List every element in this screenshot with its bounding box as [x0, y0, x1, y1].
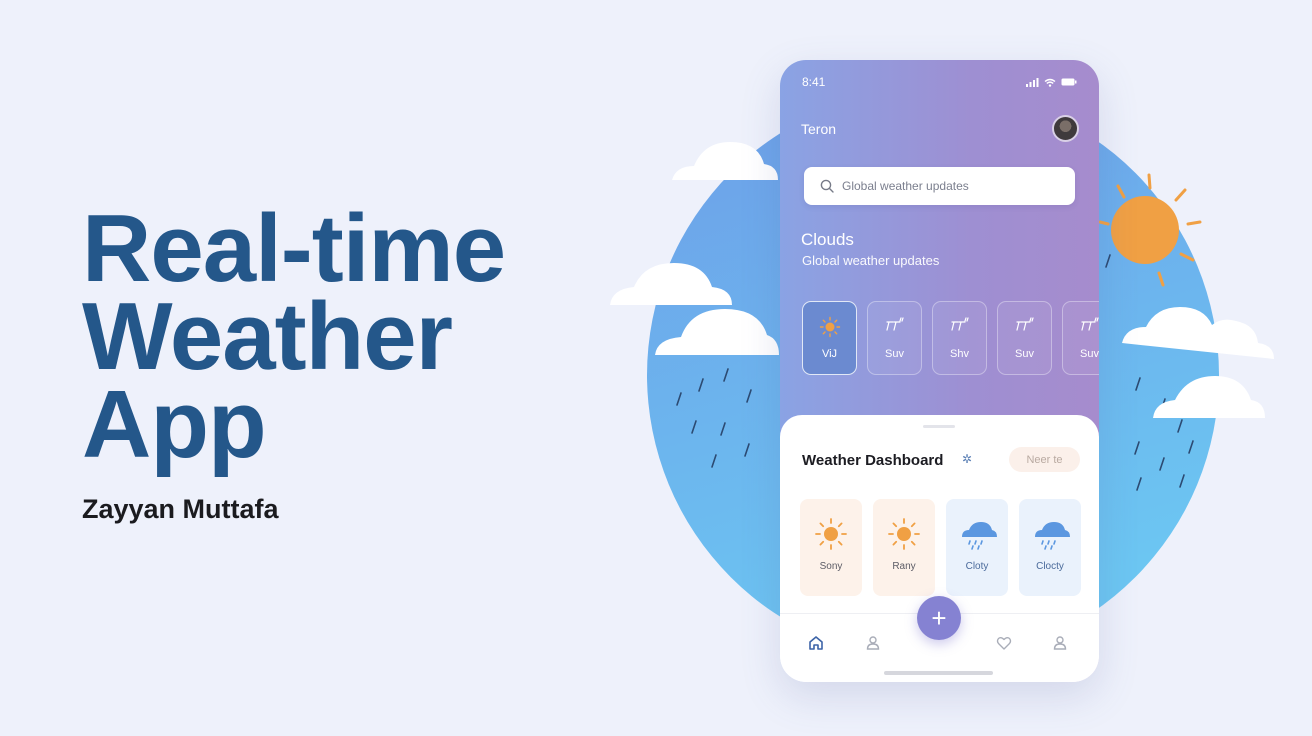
- snowflake-icon: ✲: [962, 452, 973, 466]
- search-bar[interactable]: [804, 167, 1075, 205]
- status-icons: [1026, 77, 1077, 87]
- signal-icon: [1026, 77, 1039, 87]
- bottom-nav: +: [780, 596, 1099, 682]
- near-me-chip[interactable]: Neer te: [1009, 447, 1080, 472]
- day-tile[interactable]: Suv: [997, 301, 1052, 375]
- weather-card[interactable]: Sony: [800, 499, 862, 596]
- user-icon: [1053, 636, 1067, 650]
- hero-title-line: Weather: [82, 283, 453, 390]
- day-label: Suv: [1015, 348, 1034, 360]
- search-icon: [820, 179, 834, 193]
- rain-glyph-icon: [885, 317, 904, 331]
- battery-icon: [1061, 78, 1077, 86]
- home-icon: [809, 636, 823, 650]
- dashboard-title: Weather Dashboard: [802, 452, 944, 469]
- weather-card[interactable]: Rany: [873, 499, 935, 596]
- weather-cards: Sony Rany Cloty Clocty: [800, 499, 1081, 596]
- rain-glyph-icon: [1080, 317, 1099, 331]
- conditions-title: Clouds: [801, 230, 854, 249]
- day-label: Shv: [950, 348, 969, 360]
- day-tile[interactable]: Shv: [932, 301, 987, 375]
- weather-card[interactable]: Clocty: [1019, 499, 1081, 596]
- hero-title: Real-time Weather App: [82, 195, 562, 478]
- day-label: ViJ: [821, 348, 838, 360]
- hero-title-line: Real-time: [82, 195, 506, 302]
- add-button[interactable]: +: [917, 596, 961, 640]
- home-indicator: [884, 671, 993, 675]
- weather-card-label: Cloty: [965, 561, 989, 572]
- nav-account[interactable]: [1049, 632, 1071, 654]
- search-input[interactable]: [842, 179, 1062, 193]
- weather-card-label: Sony: [819, 561, 843, 572]
- sun-icon: [819, 316, 840, 338]
- day-tile[interactable]: Suv: [1062, 301, 1099, 375]
- rain-cloud-icon: [962, 522, 997, 550]
- rain-cloud-icon: [1035, 522, 1070, 550]
- hero-title-line: App: [82, 371, 267, 478]
- status-bar: 8:41: [802, 74, 1077, 90]
- phone-mockup: 8:41 Teron Clouds Global weather updates…: [780, 60, 1099, 682]
- day-label: Suv: [885, 348, 904, 360]
- nav-favorites[interactable]: [993, 632, 1015, 654]
- sun-icon: [815, 518, 847, 550]
- wifi-icon: [1044, 78, 1056, 87]
- author-name: Zayyan Muttafa: [82, 494, 279, 524]
- heart-icon: [996, 637, 1012, 650]
- rain-glyph-icon: [950, 317, 969, 331]
- status-time: 8:41: [802, 75, 826, 89]
- day-label: Suv: [1080, 348, 1099, 360]
- weather-card-label: Rany: [892, 561, 916, 572]
- day-tile[interactable]: Suv: [867, 301, 922, 375]
- day-tile[interactable]: ViJ: [802, 301, 857, 375]
- weather-card[interactable]: Cloty: [946, 499, 1008, 596]
- weather-card-label: Clocty: [1036, 561, 1064, 572]
- sheet-handle[interactable]: [923, 425, 955, 428]
- nav-profile[interactable]: [862, 632, 884, 654]
- sun-icon: [888, 518, 920, 550]
- profile-icon: [866, 636, 880, 650]
- rain-glyph-icon: [1015, 317, 1034, 331]
- city-name: Teron: [801, 121, 837, 137]
- conditions-subtitle: Global weather updates: [802, 253, 940, 268]
- avatar[interactable]: [1052, 115, 1079, 142]
- day-selector: ViJ Suv Shv Suv Suv: [802, 301, 1099, 375]
- nav-home[interactable]: [805, 632, 827, 654]
